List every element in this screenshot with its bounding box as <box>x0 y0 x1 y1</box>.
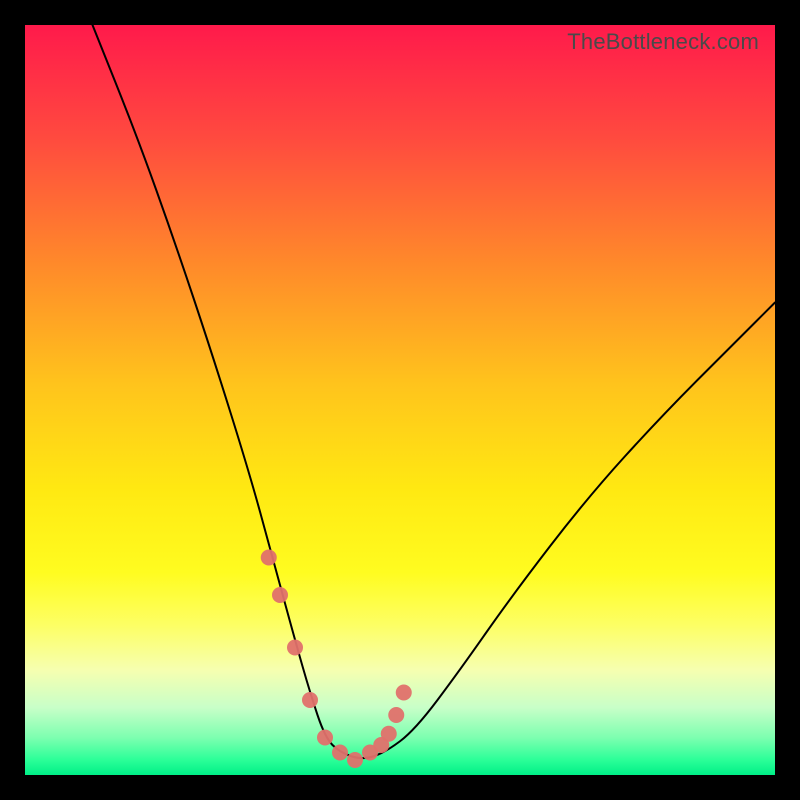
bottleneck-chart <box>25 25 775 775</box>
highlighted-points <box>269 558 404 761</box>
chart-frame: TheBottleneck.com <box>25 25 775 775</box>
bottleneck-curve <box>93 25 776 758</box>
